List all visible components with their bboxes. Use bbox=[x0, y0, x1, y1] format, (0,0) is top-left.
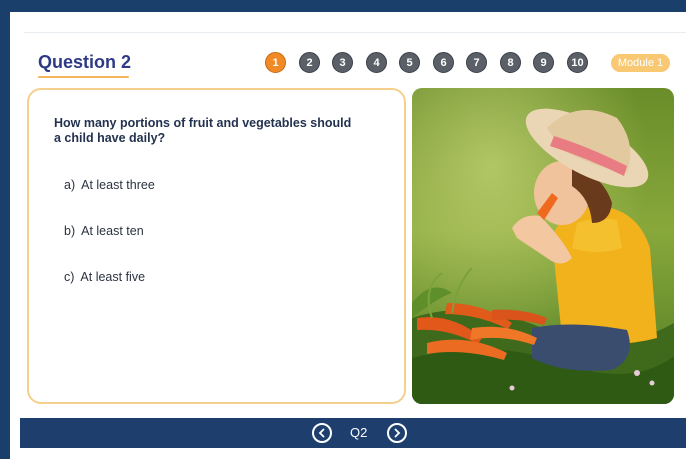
divider bbox=[24, 32, 686, 33]
answer-label: At least ten bbox=[81, 224, 144, 238]
answer-letter: c) bbox=[64, 270, 75, 284]
step-7[interactable]: 7 bbox=[466, 52, 487, 73]
chevron-left-icon bbox=[318, 428, 325, 438]
answer-letter: b) bbox=[64, 224, 76, 238]
child-eating-carrot-image bbox=[412, 88, 674, 404]
navigation-bar: Q2 bbox=[20, 418, 686, 448]
previous-question-button[interactable] bbox=[312, 423, 332, 443]
step-6[interactable]: 6 bbox=[433, 52, 454, 73]
step-1[interactable]: 1 bbox=[265, 52, 286, 73]
answer-label: At least five bbox=[80, 270, 146, 284]
next-question-button[interactable] bbox=[387, 423, 407, 443]
step-3[interactable]: 3 bbox=[332, 52, 353, 73]
current-question-label: Q2 bbox=[350, 425, 368, 440]
answer-option-b[interactable]: b) At least ten bbox=[64, 224, 144, 238]
answer-option-a[interactable]: a) At least three bbox=[64, 178, 155, 192]
question-panel: How many portions of fruit and vegetable… bbox=[27, 88, 406, 404]
page-title: Question 2 bbox=[38, 52, 132, 72]
module-badge: Module 1 bbox=[611, 54, 670, 72]
step-9[interactable]: 9 bbox=[533, 52, 554, 73]
step-4[interactable]: 4 bbox=[366, 52, 387, 73]
step-8[interactable]: 8 bbox=[500, 52, 521, 73]
step-2[interactable]: 2 bbox=[299, 52, 320, 73]
step-10[interactable]: 10 bbox=[567, 52, 588, 73]
chevron-right-icon bbox=[394, 428, 401, 438]
answer-letter: a) bbox=[64, 178, 76, 192]
title-underline bbox=[38, 76, 129, 78]
quiz-card: Question 2 1 2 3 4 5 6 7 8 9 10 Module 1… bbox=[10, 12, 686, 459]
answer-option-c[interactable]: c) At least five bbox=[64, 270, 145, 284]
step-5[interactable]: 5 bbox=[399, 52, 420, 73]
answer-label: At least three bbox=[81, 178, 155, 192]
question-text: How many portions of fruit and vegetable… bbox=[54, 116, 352, 145]
